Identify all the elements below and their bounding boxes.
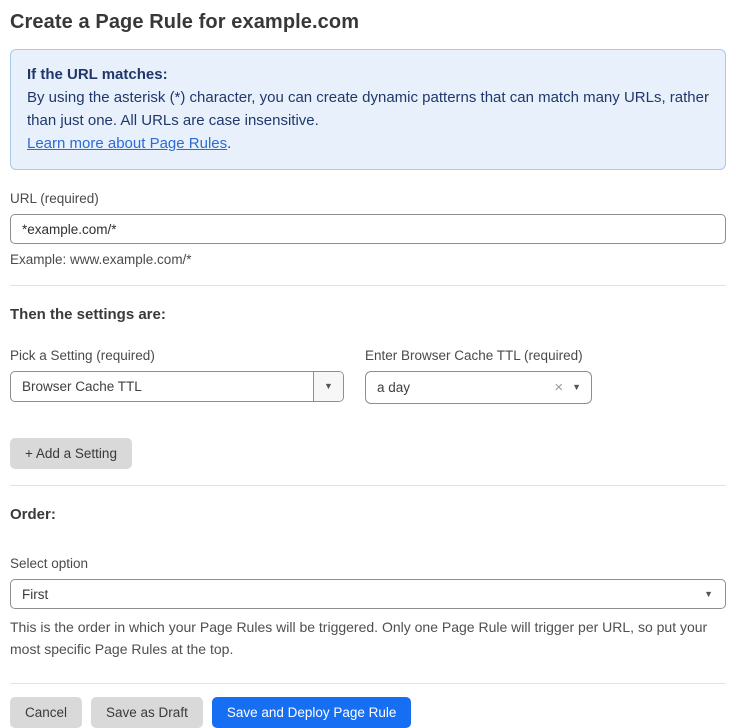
- chevron-down-icon: ▼: [572, 383, 581, 392]
- save-as-draft-button[interactable]: Save as Draft: [91, 697, 203, 728]
- setting-picker-label: Pick a Setting (required): [10, 348, 344, 363]
- chevron-down-icon: ▼: [704, 590, 713, 599]
- section-divider: [10, 285, 726, 286]
- save-and-deploy-button[interactable]: Save and Deploy Page Rule: [212, 697, 412, 728]
- ttl-picker-select[interactable]: a day × ▼: [365, 371, 592, 404]
- order-select[interactable]: First ▼: [10, 579, 726, 609]
- info-box-heading: If the URL matches:: [27, 63, 709, 86]
- ttl-picker-label: Enter Browser Cache TTL (required): [365, 348, 592, 363]
- cancel-button[interactable]: Cancel: [10, 697, 82, 728]
- clear-icon[interactable]: ×: [550, 380, 572, 395]
- ttl-picker-field: Enter Browser Cache TTL (required) a day…: [365, 348, 592, 404]
- order-select-value: First: [22, 587, 704, 602]
- setting-picker-select[interactable]: Browser Cache TTL ▼: [10, 371, 344, 402]
- info-box-link-line: Learn more about Page Rules.: [27, 132, 709, 155]
- setting-picker-value: Browser Cache TTL: [11, 372, 313, 401]
- link-suffix: .: [227, 135, 231, 152]
- order-section-heading: Order:: [10, 506, 726, 523]
- url-field-label: URL (required): [10, 191, 726, 206]
- add-setting-button[interactable]: + Add a Setting: [10, 438, 132, 469]
- page-title: Create a Page Rule for example.com: [10, 11, 726, 34]
- settings-row: Pick a Setting (required) Browser Cache …: [10, 348, 726, 404]
- chevron-down-icon: ▼: [324, 382, 333, 391]
- section-divider: [10, 485, 726, 486]
- url-example-text: Example: www.example.com/*: [10, 252, 726, 267]
- url-input[interactable]: [10, 214, 726, 244]
- order-select-label: Select option: [10, 556, 726, 571]
- setting-picker-field: Pick a Setting (required) Browser Cache …: [10, 348, 344, 404]
- footer-divider: [10, 683, 726, 684]
- info-box-body: By using the asterisk (*) character, you…: [27, 86, 709, 132]
- learn-more-link[interactable]: Learn more about Page Rules: [27, 135, 227, 152]
- footer-actions: Cancel Save as Draft Save and Deploy Pag…: [10, 697, 726, 728]
- url-match-info-box: If the URL matches: By using the asteris…: [10, 49, 726, 170]
- setting-picker-chevron-cell[interactable]: ▼: [313, 372, 343, 401]
- order-helper-text: This is the order in which your Page Rul…: [10, 616, 726, 660]
- ttl-picker-value: a day: [377, 380, 550, 395]
- create-page-rule-form: Create a Page Rule for example.com If th…: [0, 0, 736, 728]
- settings-section-heading: Then the settings are:: [10, 306, 726, 323]
